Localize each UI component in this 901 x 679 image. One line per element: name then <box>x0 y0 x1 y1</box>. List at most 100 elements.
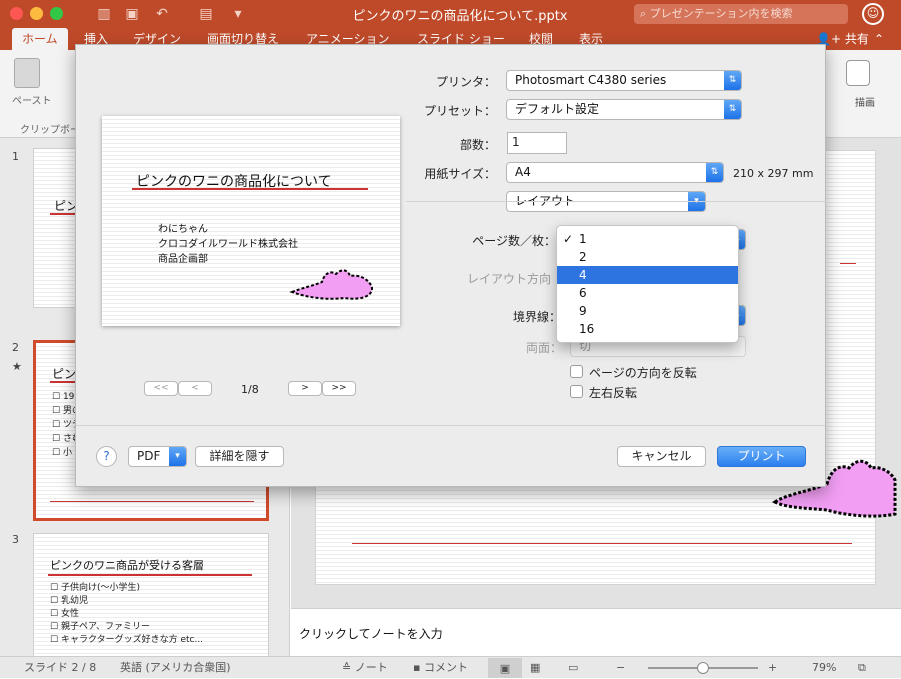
paper-size-label: 用紙サイズ： <box>424 167 496 181</box>
zoom-out-button[interactable]: − <box>616 657 625 678</box>
thumb-2-footer-line <box>50 501 254 502</box>
save-icon[interactable]: ▣ <box>122 4 142 24</box>
option-1-label: 1 <box>579 232 587 246</box>
paper-size-value: A4 <box>515 165 531 179</box>
slide-thumbnail-3[interactable]: ピンクのワニ商品が受ける客層 ☐ 子供向け(〜小学生) ☐ 乳幼児 ☐ 女性 ☐… <box>33 533 269 663</box>
thumb-3-item-text: 親子ペア、ファミリー <box>60 622 151 632</box>
copies-label: 部数： <box>459 138 496 152</box>
draw-label[interactable]: 描画 <box>855 94 875 109</box>
option-1[interactable]: ✓ 1 <box>557 230 738 248</box>
checkmark-icon: ✓ <box>563 232 574 246</box>
slide-title-underline <box>840 263 856 264</box>
paper-dimensions: 210 x 297 mm <box>733 167 814 180</box>
zoom-level: 79% <box>812 661 837 674</box>
customize-toolbar-icon[interactable]: ▾ <box>228 4 248 24</box>
hide-details-button[interactable]: 詳細を隠す <box>195 446 284 467</box>
option-2[interactable]: 2 <box>557 248 738 266</box>
preset-select[interactable]: デフォルト設定 ⇅ <box>506 99 742 120</box>
search-icon: ⌕ <box>640 7 650 20</box>
footer-divider <box>76 425 825 426</box>
copies-input[interactable]: 1 <box>507 132 567 154</box>
thumb-2-item-text: 小 <box>62 448 72 458</box>
pdf-label: PDF <box>137 449 161 463</box>
search-placeholder: プレゼンテーション内を検索 <box>649 7 793 20</box>
search-field[interactable]: ⌕ プレゼンテーション内を検索 <box>634 4 848 24</box>
title-bar: ▥ ▣ ↶ ▤ ▾ ピンクのワニの商品化について.pptx ⌕ プレゼンテーショ… <box>0 0 901 28</box>
share-label: 共有 <box>844 32 869 46</box>
collapse-ribbon-icon[interactable]: ⌃ <box>874 28 884 50</box>
thumb-3-item: ☐ 乳幼児 <box>50 596 88 606</box>
next-page-button[interactable]: > <box>288 381 322 396</box>
thumb-3-underline <box>48 574 252 576</box>
paste-icon[interactable] <box>14 58 40 88</box>
last-page-button[interactable]: >> <box>322 381 356 396</box>
presenter-view-icon[interactable]: ▭ <box>568 657 578 678</box>
paste-label[interactable]: ペースト <box>12 92 52 107</box>
notes-area[interactable]: クリックしてノートを入力 <box>291 608 901 656</box>
thumb-3-title: ピンクのワニ商品が受ける客層 <box>50 559 204 572</box>
option-9[interactable]: 9 <box>557 302 738 320</box>
printer-label: プリンタ： <box>435 75 496 89</box>
thumb-3-item-text: 乳幼児 <box>60 596 88 606</box>
fit-to-window-icon[interactable]: ⧉ <box>858 657 866 678</box>
draw-icon[interactable] <box>846 60 870 86</box>
zoom-in-button[interactable]: + <box>768 657 777 678</box>
first-page-button[interactable]: << <box>144 381 178 396</box>
clipboard-group-label: クリップボー <box>20 125 80 136</box>
minimize-window-button[interactable] <box>30 7 43 20</box>
new-doc-icon[interactable]: ▤ <box>196 4 216 24</box>
reverse-orientation-label[interactable]: ページの方向を反転 <box>589 364 697 381</box>
comments-toggle-label: コメント <box>423 661 468 674</box>
tab-home[interactable]: ホーム <box>12 28 68 50</box>
pages-per-sheet-label: ページ数／枚： <box>472 234 556 248</box>
slide-count: スライド 2 / 8 <box>24 661 97 674</box>
preset-value: デフォルト設定 <box>515 102 600 116</box>
border-label: 境界線： <box>512 310 561 324</box>
notes-icon: ≙ <box>342 661 355 674</box>
reverse-orientation-checkbox[interactable] <box>570 365 583 378</box>
maximize-window-button[interactable] <box>50 7 63 20</box>
thumb-3-item-text: 子供向け(〜小学生) <box>60 583 140 593</box>
flip-horizontal-label[interactable]: 左右反転 <box>589 384 637 401</box>
option-16[interactable]: 16 <box>557 320 738 338</box>
pdf-arrow-icon: ▾ <box>169 447 186 466</box>
undo-icon[interactable]: ↶ <box>152 4 172 24</box>
zoom-slider-thumb[interactable] <box>697 662 709 674</box>
duplex-label: 両面： <box>525 341 562 355</box>
slide-sorter-icon[interactable]: ▦ <box>530 657 540 678</box>
thumb-3-item: ☐ 女性 <box>50 609 79 619</box>
thumb-2-item-text: 19 <box>62 392 75 402</box>
prev-page-button[interactable]: < <box>178 381 212 396</box>
paper-size-select[interactable]: A4 ⇅ <box>506 162 724 183</box>
pages-per-sheet-menu: ✓ 1 2 4 6 9 16 <box>556 225 739 343</box>
pdf-menu-button[interactable]: PDF ▾ <box>128 446 187 467</box>
thumb-3-item: ☐ 親子ペア、ファミリー <box>50 622 151 632</box>
status-bar: スライド 2 / 8 英語 (アメリカ合衆国) ≙ ノート ▪ コメント ▣ ▦… <box>0 656 901 678</box>
page-indicator: 1/8 <box>241 383 259 396</box>
preview-department: 商品企画部 <box>158 254 208 265</box>
preview-crocodile-image <box>289 269 374 300</box>
slide-number-3: 3 <box>12 533 19 546</box>
notes-placeholder: クリックしてノートを入力 <box>299 627 443 641</box>
notes-toggle-label: ノート <box>354 661 388 674</box>
star-icon: ★ <box>12 360 22 373</box>
option-6[interactable]: 6 <box>557 284 738 302</box>
cancel-button[interactable]: キャンセル <box>617 446 706 467</box>
print-button[interactable]: プリント <box>717 446 806 467</box>
paper-select-arrows-icon: ⇅ <box>706 163 723 182</box>
sidebar-toggle-icon[interactable]: ▥ <box>94 4 114 24</box>
smiley-feedback-icon[interactable]: ☺ <box>862 3 884 25</box>
help-button[interactable]: ? <box>96 446 117 467</box>
language-status[interactable]: 英語 (アメリカ合衆国) <box>120 657 231 678</box>
slide-number-2: 2 <box>12 341 19 354</box>
slide-footer-line <box>352 543 852 544</box>
preset-label: プリセット： <box>423 104 496 118</box>
comments-toggle[interactable]: ▪ コメント <box>413 657 468 678</box>
normal-view-icon[interactable]: ▣ <box>488 658 522 678</box>
printer-select[interactable]: Photosmart C4380 series ⇅ <box>506 70 742 91</box>
notes-toggle[interactable]: ≙ ノート <box>342 657 388 678</box>
option-4[interactable]: 4 <box>557 266 738 284</box>
close-window-button[interactable] <box>10 7 23 20</box>
flip-horizontal-checkbox[interactable] <box>570 385 583 398</box>
thumb-3-list: ☐ 子供向け(〜小学生) ☐ 乳幼児 ☐ 女性 ☐ 親子ペア、ファミリー ☐ キ… <box>50 582 203 647</box>
